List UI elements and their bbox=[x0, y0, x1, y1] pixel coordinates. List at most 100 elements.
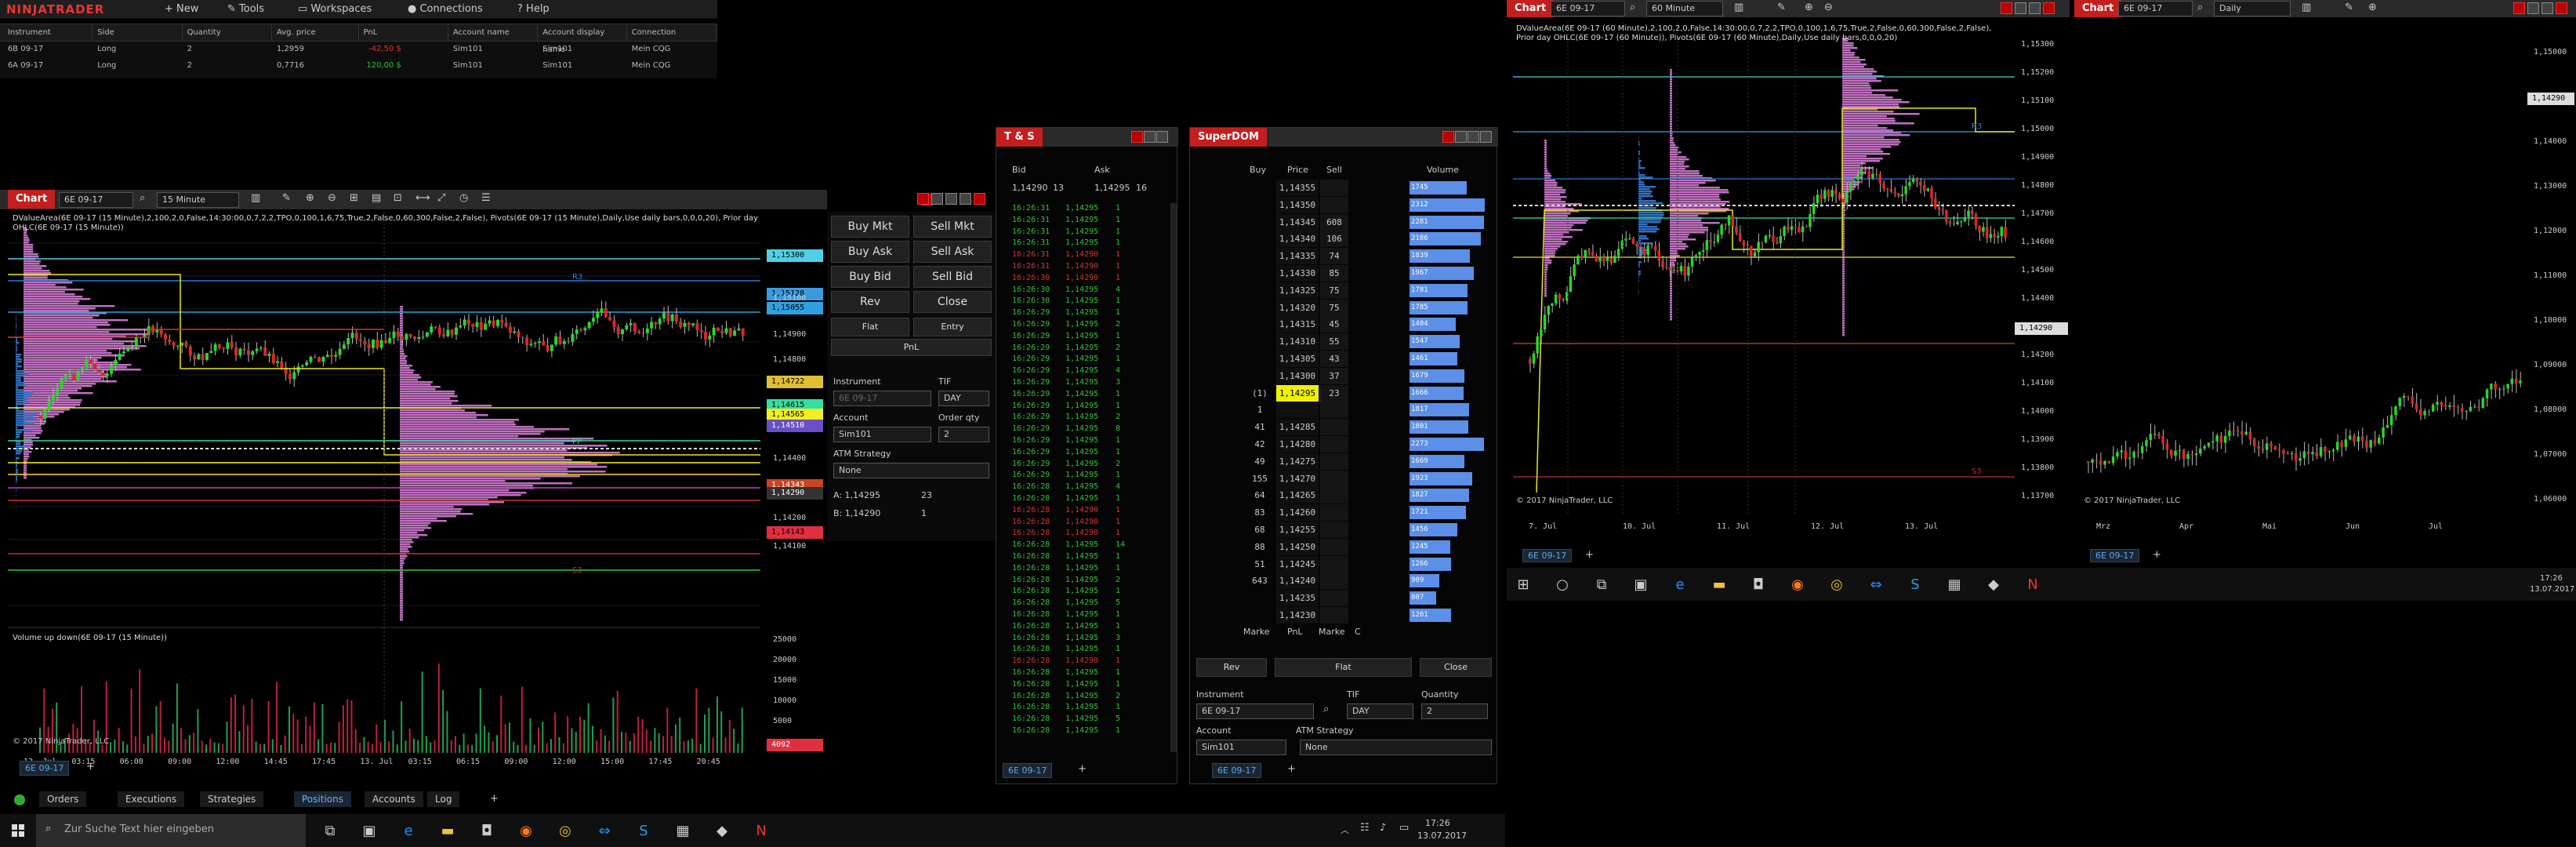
atm-select[interactable]: None bbox=[833, 463, 989, 478]
dom-cell[interactable]: 1,14315 bbox=[1276, 316, 1319, 333]
positions-cell[interactable]: 0,7716 bbox=[272, 58, 304, 74]
chart3-plot[interactable]: 1,15000 1,14290 1,14000 1,13000 1,12000 1,110… bbox=[2081, 22, 2574, 546]
chart1-plot[interactable]: R3 S3 PP DValueArea(6E 09-17 (15 Minute),2… bbox=[8, 212, 823, 776]
chart3-max-icon[interactable] bbox=[2542, 2, 2553, 14]
chart1-search-icon[interactable]: ⌕ bbox=[140, 192, 145, 204]
dom-restore-icon[interactable] bbox=[1480, 131, 1492, 143]
dom-cell[interactable]: 49 bbox=[1245, 453, 1275, 470]
dom-cell[interactable]: 1,14230 bbox=[1276, 607, 1319, 623]
list-icon[interactable]: ☰ bbox=[481, 192, 491, 204]
app-icon[interactable]: ◆ bbox=[1977, 568, 2010, 601]
dom-cell[interactable] bbox=[1245, 368, 1275, 384]
chart1-close-red-icon[interactable] bbox=[917, 193, 929, 205]
teamviewer-icon[interactable]: ⇔ bbox=[588, 814, 621, 847]
dom-cell[interactable]: 1,14245 bbox=[1276, 555, 1319, 573]
positions-col-side[interactable]: Side bbox=[93, 24, 183, 42]
dom-cell[interactable]: 75 bbox=[1320, 299, 1348, 316]
dom-cell[interactable]: 42 bbox=[1245, 436, 1275, 453]
positions-col-pnl[interactable]: PnL bbox=[359, 24, 448, 42]
dom-cell[interactable]: 1,14310 bbox=[1276, 333, 1319, 351]
calculator-icon[interactable]: ▦ bbox=[1938, 568, 1971, 601]
dom-cell[interactable] bbox=[1320, 504, 1348, 522]
teamviewer-icon[interactable]: ⇔ bbox=[1859, 568, 1892, 601]
dom-cell[interactable]: 43 bbox=[1320, 351, 1348, 367]
dom-cell[interactable] bbox=[1245, 607, 1275, 623]
sell-bid-button[interactable]: Sell Bid bbox=[913, 266, 992, 288]
chart1-close-icon[interactable] bbox=[974, 193, 985, 205]
dom-cell[interactable]: 51 bbox=[1245, 556, 1275, 573]
dom-max-icon[interactable] bbox=[1468, 131, 1479, 143]
chart1-min-icon[interactable] bbox=[931, 193, 943, 205]
dom-marke-right[interactable]: Marke bbox=[1319, 627, 1345, 637]
dom-cell[interactable]: 1 bbox=[1245, 402, 1275, 418]
edge-icon[interactable]: e bbox=[392, 814, 425, 847]
dom-cell[interactable]: 1,14270 bbox=[1276, 470, 1319, 487]
chart2-plot[interactable]: R3 S3 DValueArea(6E 09-17 (60 Minute),2,1… bbox=[1513, 22, 2068, 546]
dom-cell[interactable]: 106 bbox=[1320, 231, 1348, 248]
dom-cell[interactable] bbox=[1320, 180, 1348, 196]
dom-cell[interactable]: 75 bbox=[1320, 282, 1348, 299]
chart1-max-icon[interactable] bbox=[945, 193, 957, 205]
chart3-canvas[interactable] bbox=[2081, 22, 2574, 546]
dom-search-icon[interactable]: ⌕ bbox=[1323, 703, 1329, 715]
store-icon[interactable]: ▣ bbox=[1624, 568, 1657, 601]
dom-cell[interactable]: 23 bbox=[1320, 384, 1348, 402]
store-icon[interactable]: ▣ bbox=[353, 814, 386, 847]
app-icon[interactable]: ◆ bbox=[706, 814, 738, 847]
chart2-interval-select[interactable]: 60 Minute bbox=[1646, 1, 1723, 16]
dom-cell[interactable]: 64 bbox=[1245, 487, 1275, 503]
ninjatrader-icon[interactable]: N bbox=[745, 814, 778, 847]
chart3-search-icon[interactable]: ⌕ bbox=[2197, 2, 2203, 13]
start-button-icon[interactable]: ⊞ bbox=[1507, 568, 1540, 601]
ts-add-tab-icon[interactable]: + bbox=[1078, 763, 1087, 775]
positions-cell[interactable]: 120,00 $ bbox=[359, 58, 401, 74]
tray-network-icon[interactable]: ☷ bbox=[1360, 822, 1370, 834]
tab-orders[interactable]: Orders bbox=[39, 791, 87, 807]
dom-cell[interactable]: 1,14305 bbox=[1276, 351, 1319, 367]
ninjatrader-icon[interactable]: N bbox=[2016, 568, 2049, 601]
positions-cell[interactable]: 2 bbox=[183, 42, 192, 57]
ts-tab[interactable]: T & S bbox=[996, 128, 1043, 147]
positions-cell[interactable]: Long bbox=[93, 42, 116, 57]
dom-cell[interactable]: 74 bbox=[1320, 248, 1348, 265]
dom-cell[interactable] bbox=[1320, 573, 1348, 590]
dom-cell[interactable]: 88 bbox=[1245, 539, 1275, 555]
positions-cell[interactable]: Sim101 bbox=[448, 42, 483, 57]
chart1-restore-icon[interactable] bbox=[960, 193, 971, 205]
dom-min-icon[interactable] bbox=[1455, 131, 1467, 143]
menu-tools[interactable]: ✎ Tools bbox=[227, 3, 264, 15]
dom-cell[interactable] bbox=[1320, 436, 1348, 453]
dom-cell[interactable]: 1,14295 bbox=[1276, 384, 1319, 402]
dom-cell[interactable] bbox=[1245, 316, 1275, 333]
positions-cell[interactable]: 2 bbox=[183, 58, 192, 74]
tray-chevron-icon[interactable]: ︿ bbox=[1341, 823, 1349, 836]
dom-tab[interactable]: SuperDOM bbox=[1190, 128, 1267, 147]
sell-mkt-button[interactable]: Sell Mkt bbox=[913, 216, 992, 238]
ts-bottom-tab[interactable]: 6E 09-17 bbox=[1003, 763, 1053, 778]
dom-cell[interactable]: 45 bbox=[1320, 316, 1348, 333]
tab-strategies[interactable]: Strategies bbox=[200, 791, 264, 807]
dom-account-select[interactable]: Sim101 bbox=[1196, 740, 1286, 755]
positions-cell[interactable]: 6A 09-17 bbox=[3, 58, 43, 74]
tab-accounts[interactable]: Accounts bbox=[365, 791, 423, 807]
dom-marke-left[interactable]: Marke bbox=[1243, 627, 1270, 637]
properties-icon[interactable]: ▤ bbox=[372, 192, 381, 204]
chart2-instrument-select[interactable]: 6E 09-17 bbox=[1551, 1, 1625, 16]
dom-cell[interactable] bbox=[1276, 402, 1319, 419]
dom-atm-select[interactable]: None bbox=[1300, 740, 1492, 755]
ts-min-icon[interactable] bbox=[1144, 131, 1156, 143]
chart1-interval-select[interactable]: 15 Minute bbox=[157, 192, 239, 208]
dom-cell[interactable] bbox=[1320, 487, 1348, 504]
dom-cell[interactable]: 1,14340 bbox=[1276, 231, 1319, 248]
zoom-in-icon[interactable]: ⊕ bbox=[306, 192, 314, 204]
positions-col-connection[interactable]: Connection bbox=[627, 24, 717, 42]
chart2-bar-icon[interactable]: ▥ bbox=[1734, 2, 1743, 13]
dom-cell[interactable]: 1,14240 bbox=[1276, 573, 1319, 590]
positions-col-account-display-name[interactable]: Account display name bbox=[538, 24, 627, 54]
dom-close-red-icon[interactable] bbox=[1442, 131, 1454, 143]
qty-stepper[interactable]: 2 bbox=[938, 427, 989, 442]
dom-cell[interactable]: 1,14255 bbox=[1276, 522, 1319, 538]
dom-cell[interactable] bbox=[1245, 231, 1275, 247]
dom-cell[interactable]: 1,14235 bbox=[1276, 590, 1319, 607]
dom-cell[interactable] bbox=[1320, 196, 1348, 213]
